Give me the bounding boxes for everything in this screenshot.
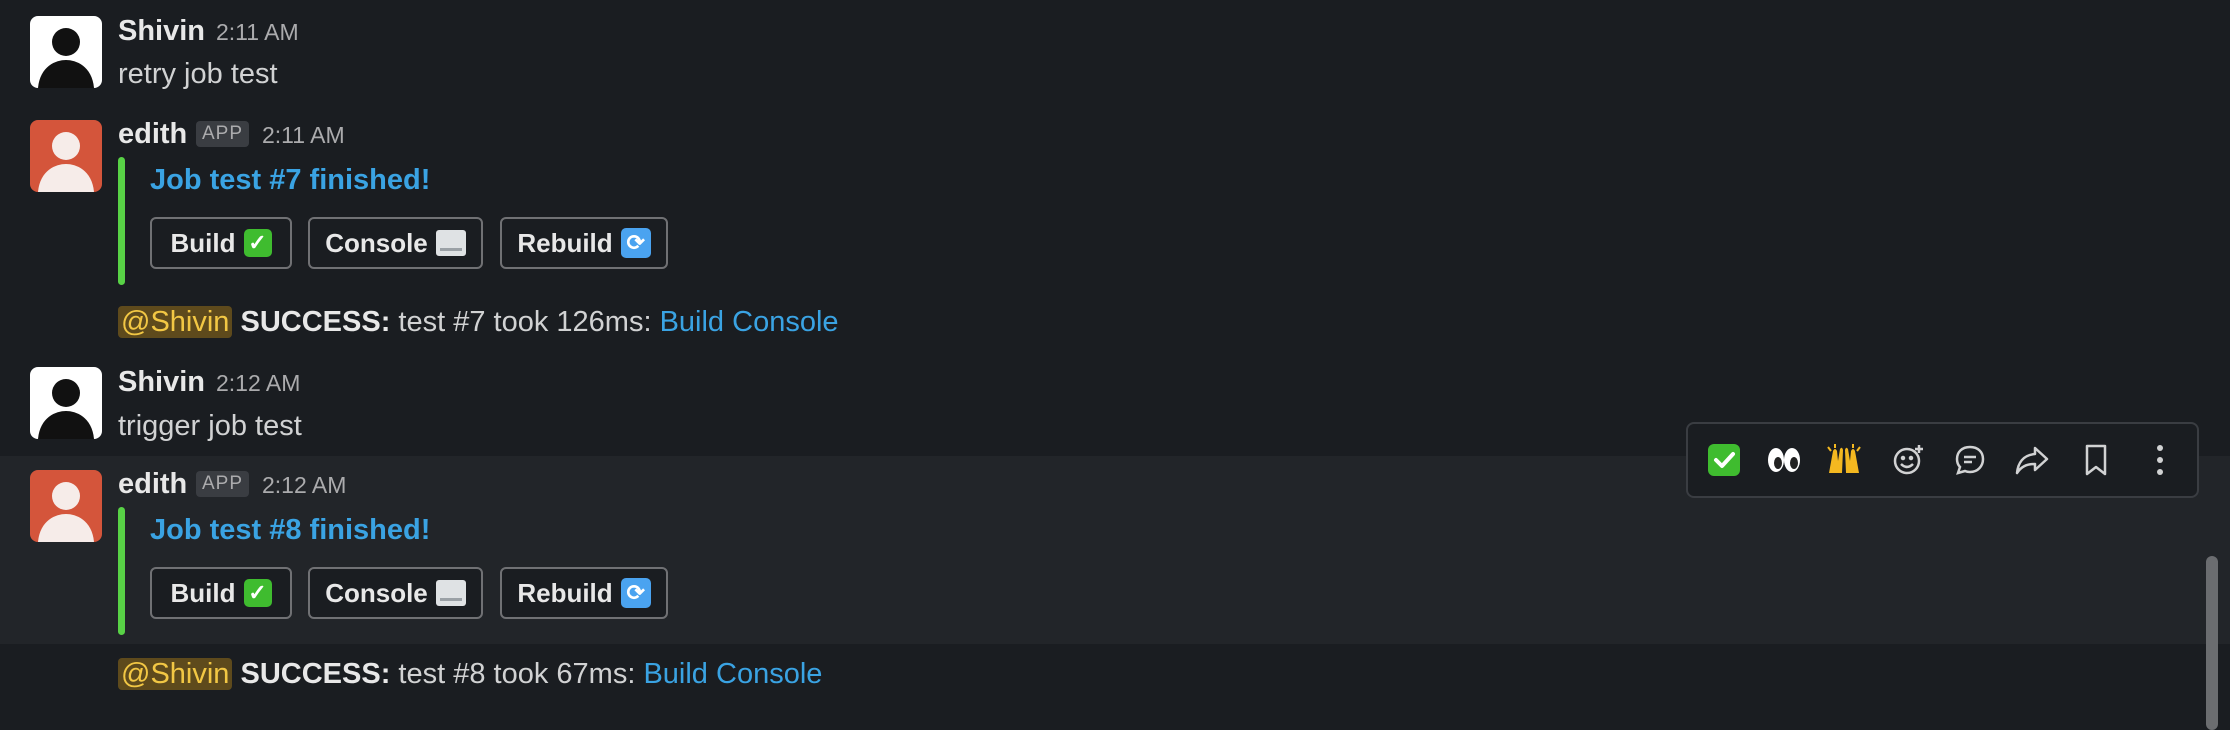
summary-detail: test #7 took 126ms: — [390, 306, 660, 338]
more-actions-icon[interactable] — [2136, 436, 2184, 484]
author-name[interactable]: edith — [118, 117, 187, 151]
reply-in-thread-icon[interactable] — [1946, 436, 1994, 484]
attachment-color-bar — [118, 157, 125, 285]
console-link[interactable]: Console — [716, 658, 822, 690]
message-text: trigger job test — [118, 410, 302, 442]
attachment-title-link[interactable]: Job test #7 finished! — [150, 162, 430, 198]
user-mention[interactable]: @Shivin — [118, 306, 233, 338]
build-link[interactable]: Build — [660, 306, 725, 338]
attachment-color-bar — [118, 507, 125, 635]
app-badge: APP — [196, 471, 250, 497]
save-bookmark-icon[interactable] — [2072, 436, 2120, 484]
rebuild-button[interactable]: Rebuild ⟳ — [500, 567, 668, 619]
console-icon — [435, 230, 466, 256]
build-button[interactable]: Build ✓ — [150, 567, 292, 619]
message-edith-1: edith APP 2:11 AM Job test #7 finished! … — [0, 110, 2230, 350]
share-message-icon[interactable] — [2008, 436, 2056, 484]
add-reaction-icon[interactable] — [1884, 436, 1932, 484]
user-avatar[interactable] — [30, 16, 102, 88]
build-button-label: Build — [170, 227, 236, 258]
timestamp[interactable]: 2:12 AM — [262, 468, 346, 502]
status-text: SUCCESS: — [240, 658, 391, 690]
app-badge: APP — [196, 121, 250, 147]
eyes-reaction-icon[interactable] — [1760, 436, 1808, 484]
vertical-scrollbar[interactable] — [2206, 556, 2218, 730]
check-mark-reaction-icon[interactable] — [1700, 436, 1748, 484]
console-icon — [435, 580, 466, 606]
timestamp[interactable]: 2:11 AM — [262, 118, 345, 152]
message-shivin-1: Shivin 2:11 AM retry job test — [0, 0, 2230, 110]
rebuild-button[interactable]: Rebuild ⟳ — [500, 217, 668, 269]
author-name[interactable]: edith — [118, 467, 187, 501]
app-avatar[interactable] — [30, 120, 102, 192]
user-avatar[interactable] — [30, 367, 102, 439]
job-summary: @Shivin SUCCESS: test #7 took 126ms: Bui… — [118, 304, 839, 340]
check-mark-icon: ✓ — [243, 229, 272, 257]
message-text: retry job test — [118, 58, 278, 90]
user-mention[interactable]: @Shivin — [118, 658, 233, 690]
console-button-label: Console — [325, 577, 428, 608]
build-button-label: Build — [170, 577, 236, 608]
author-name[interactable]: Shivin — [118, 14, 205, 48]
console-link[interactable]: Console — [732, 306, 838, 338]
build-link[interactable]: Build — [643, 658, 708, 690]
status-text: SUCCESS: — [240, 306, 391, 338]
console-button[interactable]: Console — [308, 217, 483, 269]
build-button[interactable]: Build ✓ — [150, 217, 292, 269]
timestamp[interactable]: 2:12 AM — [216, 366, 300, 400]
console-button[interactable]: Console — [308, 567, 483, 619]
message-actions-toolbar — [1686, 422, 2199, 498]
timestamp[interactable]: 2:11 AM — [216, 15, 299, 49]
console-button-label: Console — [325, 227, 428, 258]
check-mark-icon: ✓ — [243, 579, 272, 607]
summary-detail: test #8 took 67ms: — [390, 658, 644, 690]
attachment-title-link[interactable]: Job test #8 finished! — [150, 512, 430, 548]
rebuild-icon: ⟳ — [620, 578, 651, 608]
author-name[interactable]: Shivin — [118, 365, 205, 399]
app-avatar[interactable] — [30, 470, 102, 542]
job-summary: @Shivin SUCCESS: test #8 took 67ms: Buil… — [118, 656, 822, 692]
raised-hands-reaction-icon[interactable] — [1820, 436, 1868, 484]
rebuild-button-label: Rebuild — [517, 577, 613, 608]
rebuild-icon: ⟳ — [620, 228, 651, 258]
rebuild-button-label: Rebuild — [517, 227, 613, 258]
